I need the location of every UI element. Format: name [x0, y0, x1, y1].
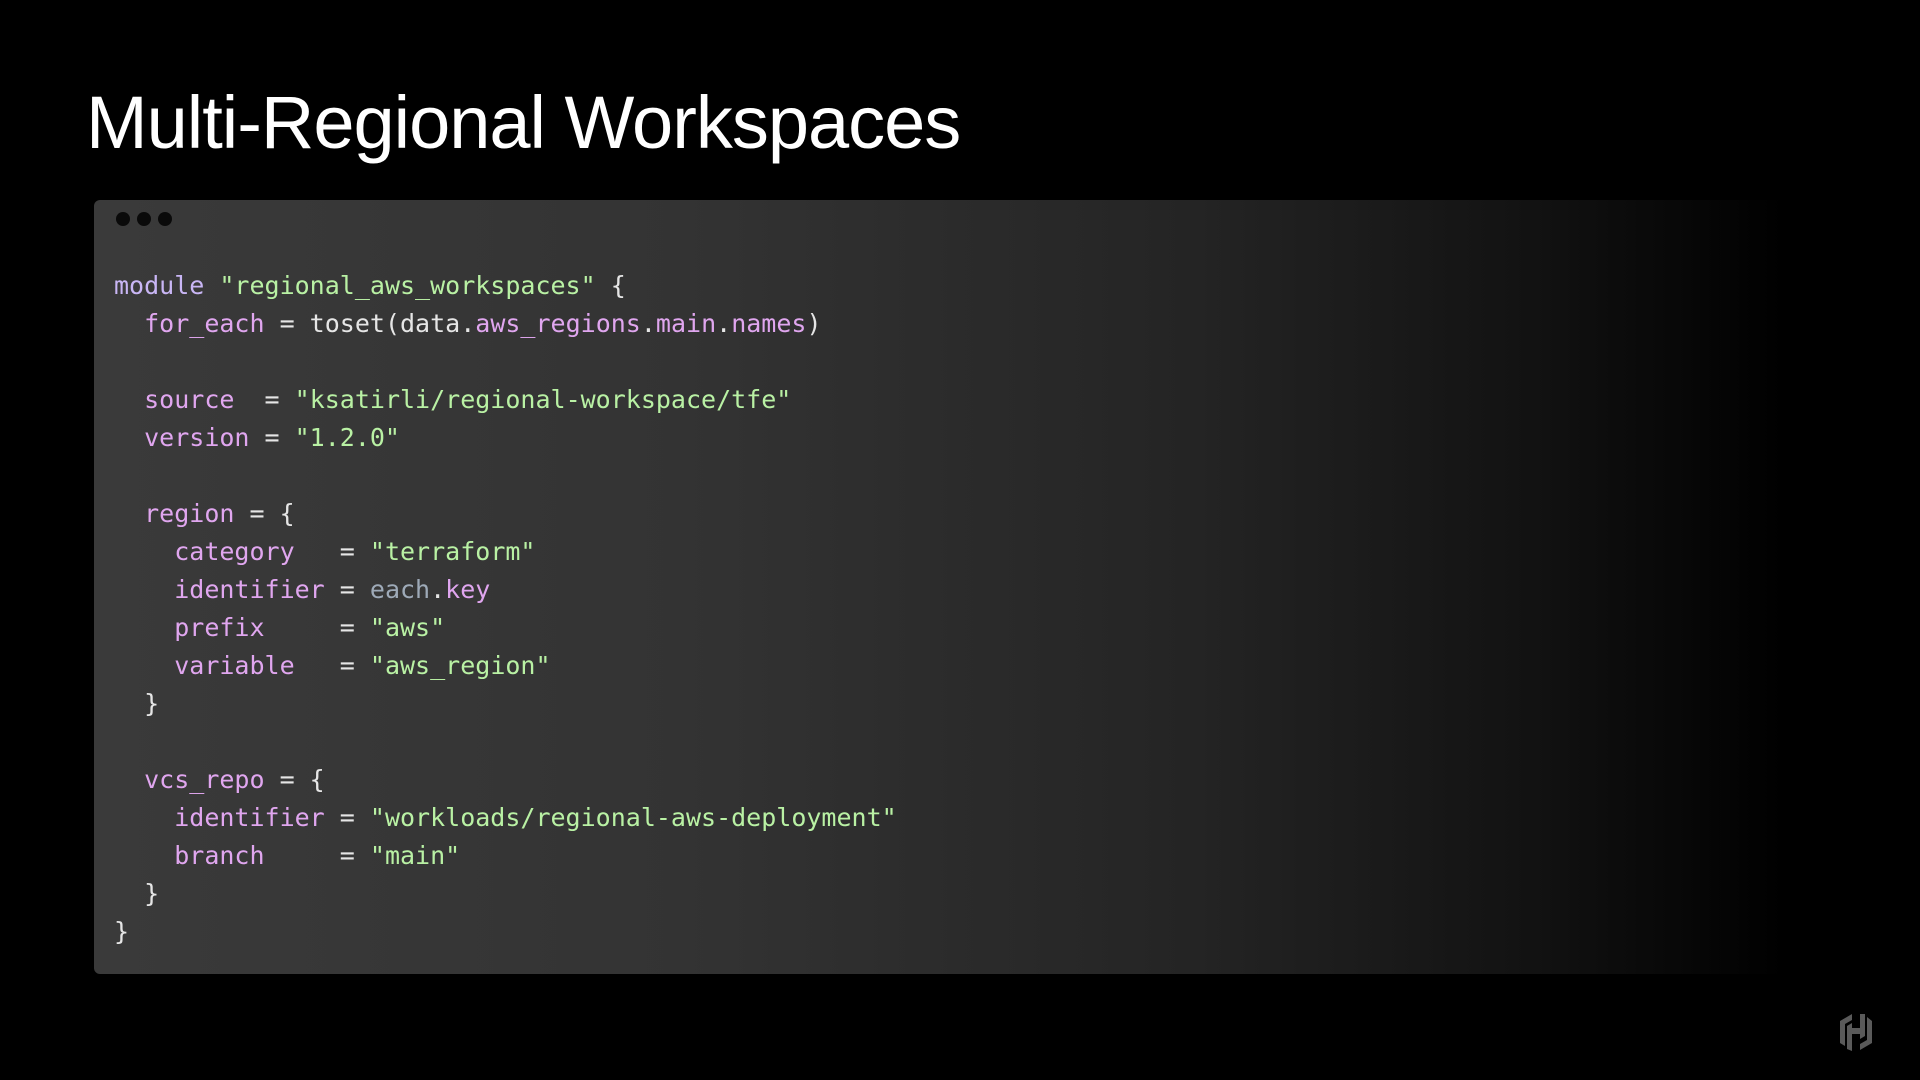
- code-line: identifier = each.key: [114, 571, 897, 609]
- code-line: }: [114, 875, 897, 913]
- slide-title: Multi-Regional Workspaces: [86, 81, 961, 164]
- code-token: =: [234, 385, 295, 414]
- code-line: region = {: [114, 495, 897, 533]
- code-token: main: [655, 309, 717, 338]
- code-token: =: [264, 613, 370, 642]
- window-dot: [158, 212, 172, 226]
- code-token: "1.2.0": [294, 423, 400, 452]
- code-window: module "regional_aws_workspaces" { for_e…: [94, 200, 1786, 974]
- code-token: "ksatirli/regional-workspace/tfe": [294, 385, 792, 414]
- code-line: source = "ksatirli/regional-workspace/tf…: [114, 381, 897, 419]
- code-token: source: [144, 385, 235, 414]
- code-token: "regional_aws_workspaces": [219, 271, 596, 300]
- code-line: version = "1.2.0": [114, 419, 897, 457]
- code-token: variable: [174, 651, 295, 680]
- code-token: aws_regions: [475, 309, 641, 338]
- window-dot: [116, 212, 130, 226]
- code-token: = toset(: [264, 309, 400, 338]
- code-line: prefix = "aws": [114, 609, 897, 647]
- code-line: variable = "aws_region": [114, 647, 897, 685]
- window-dot: [137, 212, 151, 226]
- code-token: = {: [234, 499, 295, 528]
- code-token: }: [114, 879, 160, 908]
- code-token: "workloads/regional-aws-deployment": [369, 803, 897, 832]
- code-token: each: [369, 575, 431, 604]
- code-token: ): [806, 309, 822, 338]
- hashicorp-logo-icon: [1840, 1014, 1872, 1051]
- code-line: identifier = "workloads/regional-aws-dep…: [114, 799, 897, 837]
- code-token: "aws_region": [369, 651, 551, 680]
- code-token: = {: [264, 765, 325, 794]
- code-token: category: [174, 537, 295, 566]
- code-token: .: [716, 309, 732, 338]
- code-token: "aws": [369, 613, 446, 642]
- code-token: }: [114, 917, 130, 946]
- code-token: key: [445, 575, 491, 604]
- code-token: "terraform": [369, 537, 536, 566]
- code-line: category = "terraform": [114, 533, 897, 571]
- code-line: }: [114, 685, 897, 723]
- code-token: "main": [369, 841, 461, 870]
- code-token: vcs_repo: [144, 765, 265, 794]
- code-token: =: [324, 803, 370, 832]
- code-line: module "regional_aws_workspaces" {: [114, 267, 897, 305]
- code-block: module "regional_aws_workspaces" { for_e…: [114, 267, 897, 951]
- code-token: version: [144, 423, 250, 452]
- code-token: {: [595, 271, 626, 300]
- code-token: =: [264, 841, 370, 870]
- code-token: prefix: [174, 613, 265, 642]
- code-line: branch = "main": [114, 837, 897, 875]
- code-token: data: [400, 309, 461, 338]
- window-controls: [116, 212, 172, 226]
- code-token: branch: [174, 841, 265, 870]
- code-token: =: [324, 575, 370, 604]
- code-token: region: [144, 499, 235, 528]
- code-token: .: [430, 575, 446, 604]
- code-token: .: [460, 309, 476, 338]
- code-token: =: [249, 423, 295, 452]
- code-token: names: [731, 309, 807, 338]
- code-token: for_each: [144, 309, 265, 338]
- code-token: =: [294, 651, 370, 680]
- code-token: =: [294, 537, 370, 566]
- code-token: }: [114, 689, 160, 718]
- code-token: identifier: [174, 575, 325, 604]
- code-line: vcs_repo = {: [114, 761, 897, 799]
- code-token: .: [640, 309, 656, 338]
- code-token: module: [114, 271, 205, 300]
- code-line: for_each = toset(data.aws_regions.main.n…: [114, 305, 897, 343]
- slide: Multi-Regional Workspaces module "region…: [0, 0, 1920, 1080]
- code-line: }: [114, 913, 897, 951]
- code-token: identifier: [174, 803, 325, 832]
